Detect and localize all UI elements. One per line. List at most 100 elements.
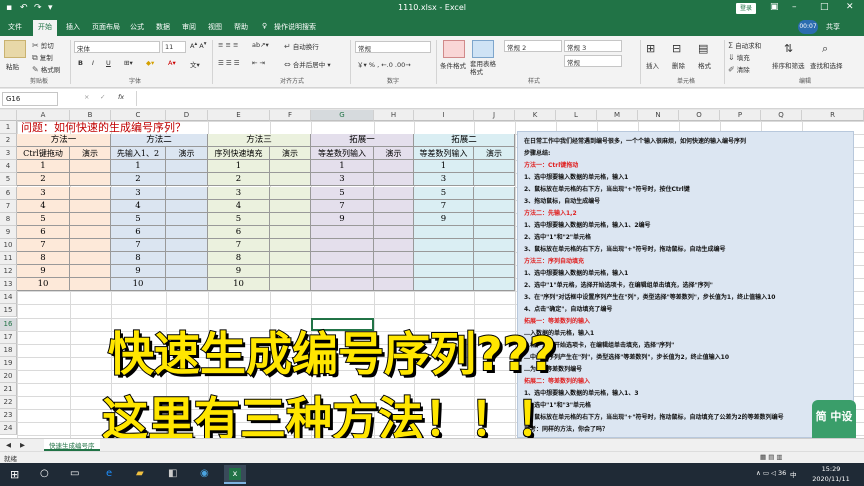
- conditional-format-button[interactable]: 条件格式: [440, 60, 466, 70]
- autosum-button[interactable]: Σ 自动求和: [728, 40, 761, 50]
- paste-button[interactable]: 粘贴: [6, 61, 19, 71]
- data-cell[interactable]: 10: [111, 278, 166, 292]
- file-explorer-icon[interactable]: ▰: [136, 468, 144, 479]
- data-cell[interactable]: 9: [414, 212, 474, 226]
- empty-cell[interactable]: [270, 252, 311, 266]
- column-header-m[interactable]: M: [597, 110, 638, 121]
- row-header-24[interactable]: 24: [0, 422, 17, 436]
- column-header-r[interactable]: R: [802, 110, 864, 121]
- clear-button[interactable]: ✐ 清除: [728, 64, 750, 74]
- column-header-q[interactable]: Q: [761, 110, 802, 121]
- empty-cell[interactable]: [374, 225, 414, 239]
- data-cell[interactable]: 6: [111, 225, 166, 239]
- column-header-p[interactable]: P: [720, 110, 761, 121]
- ime-indicator[interactable]: 中: [790, 469, 797, 479]
- empty-cell[interactable]: [270, 238, 311, 252]
- empty-cell[interactable]: [414, 225, 474, 239]
- style-normal-3[interactable]: 常规 3: [564, 40, 622, 52]
- data-cell[interactable]: 7: [311, 199, 374, 213]
- empty-cell[interactable]: [474, 160, 515, 174]
- data-cell[interactable]: 8: [111, 252, 166, 266]
- border-icon[interactable]: ⊞▾: [124, 59, 133, 67]
- fill-button[interactable]: ⇓ 填充: [728, 52, 750, 62]
- orientation-icon[interactable]: ab↗▾: [252, 41, 269, 49]
- empty-cell[interactable]: [70, 212, 111, 226]
- row-header-17[interactable]: 17: [0, 330, 17, 344]
- empty-cell[interactable]: [166, 238, 208, 252]
- close-icon[interactable]: ✕: [846, 2, 854, 12]
- row-header-7[interactable]: 7: [0, 199, 17, 213]
- data-cell[interactable]: 5: [111, 212, 166, 226]
- data-cell[interactable]: 2: [208, 173, 270, 187]
- empty-cell[interactable]: [166, 265, 208, 279]
- share-button[interactable]: 共享: [826, 22, 840, 32]
- data-cell[interactable]: 9: [111, 265, 166, 279]
- copy-button[interactable]: ⧉ 复制: [32, 52, 53, 63]
- empty-cell[interactable]: [374, 173, 414, 187]
- data-cell[interactable]: 5: [17, 212, 70, 226]
- data-cell[interactable]: 3: [208, 186, 270, 200]
- empty-cell[interactable]: [166, 252, 208, 266]
- conditional-format-icon[interactable]: [443, 40, 465, 58]
- data-cell[interactable]: 7: [17, 238, 70, 252]
- method-header-4[interactable]: 拓展一: [311, 134, 414, 148]
- empty-cell[interactable]: [70, 278, 111, 292]
- enter-icon[interactable]: ✓: [100, 93, 105, 101]
- row-header-6[interactable]: 6: [0, 186, 17, 200]
- empty-cell[interactable]: [311, 225, 374, 239]
- empty-cell[interactable]: [414, 278, 474, 292]
- wrap-text-button[interactable]: ↵ 自动换行: [284, 41, 319, 51]
- name-box[interactable]: G16: [2, 92, 58, 106]
- row-header-20[interactable]: 20: [0, 369, 17, 383]
- tray-icons[interactable]: ∧ ▭ ◁: [756, 469, 776, 477]
- empty-cell[interactable]: [70, 265, 111, 279]
- empty-cell[interactable]: [374, 238, 414, 252]
- edge-icon[interactable]: e: [106, 468, 112, 479]
- indent-icon[interactable]: ⇤ ⇥: [252, 59, 265, 67]
- data-cell[interactable]: 1: [111, 160, 166, 174]
- empty-cell[interactable]: [70, 173, 111, 187]
- data-cell[interactable]: 7: [208, 238, 270, 252]
- column-header-h[interactable]: H: [374, 110, 414, 121]
- data-cell[interactable]: 2: [17, 173, 70, 187]
- column-header-f[interactable]: F: [270, 110, 311, 121]
- font-color-icon[interactable]: A▾: [168, 59, 176, 67]
- method-header-3[interactable]: 方法三: [208, 134, 311, 148]
- data-cell[interactable]: 9: [208, 265, 270, 279]
- row-header-22[interactable]: 22: [0, 396, 17, 410]
- font-name-select[interactable]: 宋体: [74, 41, 160, 53]
- column-header-c[interactable]: C: [111, 110, 166, 121]
- empty-cell[interactable]: [70, 199, 111, 213]
- data-cell[interactable]: 5: [414, 186, 474, 200]
- underline-button[interactable]: U: [106, 59, 111, 67]
- data-cell[interactable]: 1: [311, 160, 374, 174]
- row-header-14[interactable]: 14: [0, 291, 17, 305]
- tab-insert[interactable]: 插入: [66, 22, 80, 32]
- empty-cell[interactable]: [374, 252, 414, 266]
- empty-cell[interactable]: [374, 278, 414, 292]
- delete-cells-button[interactable]: 删除: [672, 60, 685, 70]
- app-icon[interactable]: ◉: [200, 468, 209, 479]
- data-cell[interactable]: 1: [414, 160, 474, 174]
- format-as-table-button[interactable]: 套用表格格式: [470, 60, 498, 76]
- tab-formulas[interactable]: 公式: [130, 22, 144, 32]
- empty-cell[interactable]: [270, 265, 311, 279]
- empty-cell[interactable]: [474, 212, 515, 226]
- select-all-corner[interactable]: [0, 110, 17, 121]
- data-cell[interactable]: 6: [208, 225, 270, 239]
- data-cell[interactable]: 5: [208, 212, 270, 226]
- paste-icon[interactable]: [4, 40, 26, 58]
- clock-date[interactable]: 2020/11/11: [806, 475, 856, 483]
- column-header-k[interactable]: K: [515, 110, 556, 121]
- empty-cell[interactable]: [166, 160, 208, 174]
- data-cell[interactable]: 3: [111, 186, 166, 200]
- empty-cell[interactable]: [474, 225, 515, 239]
- sub-header-2[interactable]: 先输入1、2: [111, 147, 166, 161]
- empty-cell[interactable]: [70, 160, 111, 174]
- empty-cell[interactable]: [474, 278, 515, 292]
- sub-header-4[interactable]: 序列快速填充: [208, 147, 270, 161]
- data-cell[interactable]: 6: [17, 225, 70, 239]
- sub-header-6[interactable]: 等差数列输入: [311, 147, 374, 161]
- excel-taskbar-button[interactable]: x: [224, 465, 246, 484]
- format-painter-button[interactable]: ✎ 格式刷: [32, 64, 60, 74]
